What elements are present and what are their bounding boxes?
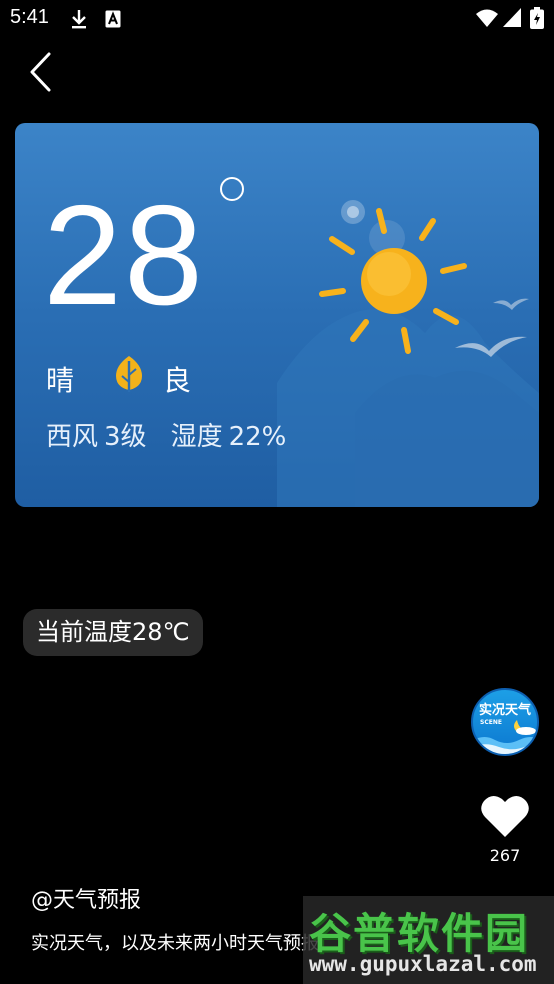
battery-icon (530, 7, 544, 33)
back-button[interactable] (20, 48, 64, 96)
heart-icon (481, 795, 529, 837)
leaf-icon (114, 355, 144, 397)
status-bar: 5:41 (0, 0, 554, 38)
scene-subtitle: SCENE (480, 719, 502, 726)
watermark-url: www.gupuxlazal.com (309, 952, 537, 976)
watermark: 谷普软件园 www.gupuxlazal.com (303, 896, 554, 984)
like-count: 267 (489, 846, 521, 865)
status-time: 5:41 (10, 6, 49, 28)
signal-icon (503, 8, 521, 31)
weather-condition: 晴 (46, 364, 75, 397)
air-quality: 良 (163, 364, 192, 397)
wind-level: 3级 (104, 422, 147, 452)
like-button[interactable] (480, 793, 530, 839)
video-caption: 实况天气，以及未来两小时天气预报 (31, 933, 319, 954)
wind-direction: 西风 (46, 422, 99, 452)
chevron-left-icon (30, 52, 51, 92)
scene-title: 实况天气 (478, 703, 531, 718)
download-icon (70, 8, 88, 34)
humidity-value: 22% (228, 422, 287, 452)
current-temperature: 28 (43, 176, 205, 335)
bird-icon (493, 298, 529, 310)
temperature-tag: 当前温度28℃ (23, 609, 203, 656)
a-text-icon (105, 10, 121, 32)
wifi-icon (476, 9, 498, 31)
weather-card: 28 晴 良 西风 3级 湿度 22% (15, 123, 539, 507)
scene-avatar[interactable]: 实况天气 SCENE (471, 688, 539, 756)
degree-symbol (220, 177, 244, 201)
weather-details: 西风 3级 湿度 22% (46, 416, 292, 453)
humidity-label: 湿度 (170, 422, 223, 452)
author-handle[interactable]: @天气预报 (31, 882, 141, 914)
screen: 5:41 28 晴 良 西风 3级 湿度 22% 当前温度28℃ 实况天气 SC… (0, 0, 554, 984)
